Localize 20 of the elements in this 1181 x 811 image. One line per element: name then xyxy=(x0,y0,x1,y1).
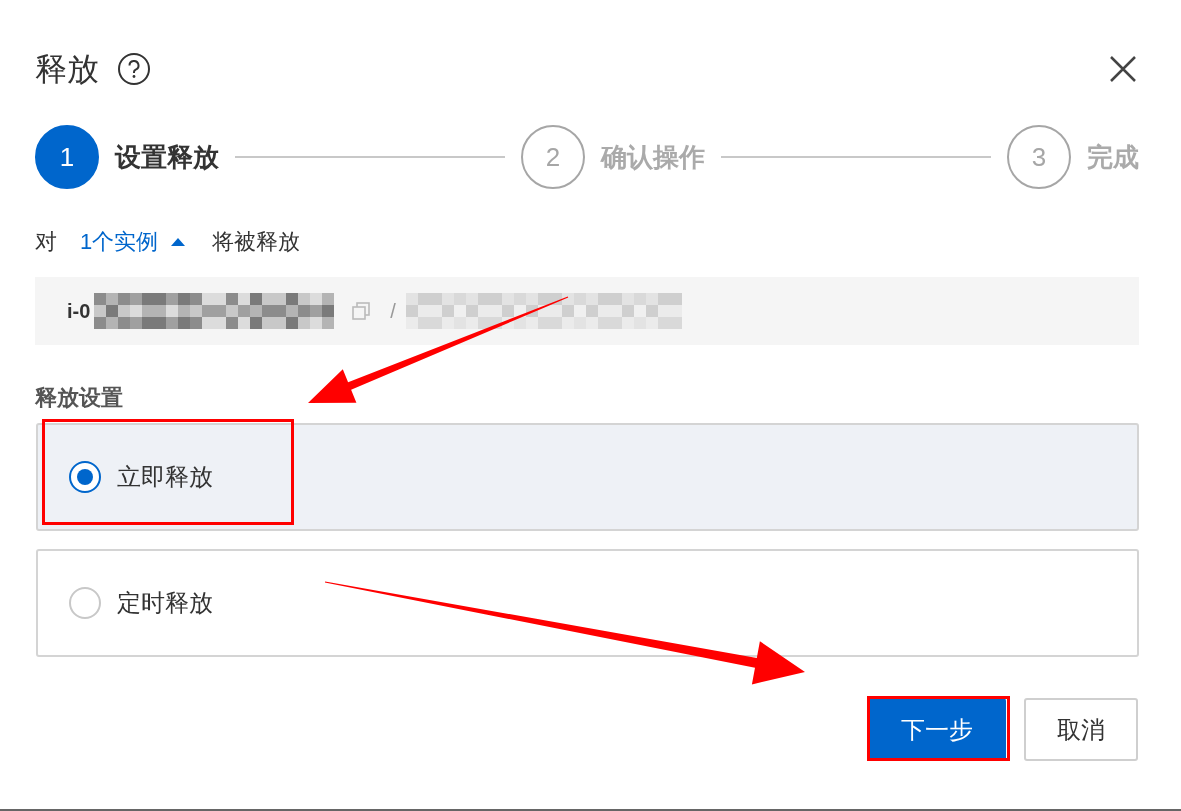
option-label: 定时释放 xyxy=(117,588,213,618)
instances-toggle-link[interactable]: 1个实例 xyxy=(80,227,186,257)
step-number: 1 xyxy=(35,125,99,189)
instance-id: i-0 xyxy=(67,299,91,323)
cancel-button[interactable]: 取消 xyxy=(1024,698,1138,761)
step-label: 确认操作 xyxy=(601,140,705,174)
help-icon[interactable] xyxy=(118,53,150,85)
target-suffix: 将被释放 xyxy=(212,228,301,256)
option-label: 立即释放 xyxy=(117,462,213,492)
step-number: 3 xyxy=(1007,125,1071,189)
separator-text: / xyxy=(390,299,396,323)
target-prefix: 对 xyxy=(35,228,57,256)
dialog-title: 释放 xyxy=(35,50,99,88)
step-number: 2 xyxy=(521,125,585,189)
step-label: 设置释放 xyxy=(115,140,219,174)
step-label: 完成 xyxy=(1087,140,1139,174)
section-label: 释放设置 xyxy=(35,384,124,412)
release-option[interactable]: 定时释放 xyxy=(36,549,1139,657)
close-icon[interactable] xyxy=(1110,56,1136,82)
release-option[interactable]: 立即释放 xyxy=(36,423,1139,531)
